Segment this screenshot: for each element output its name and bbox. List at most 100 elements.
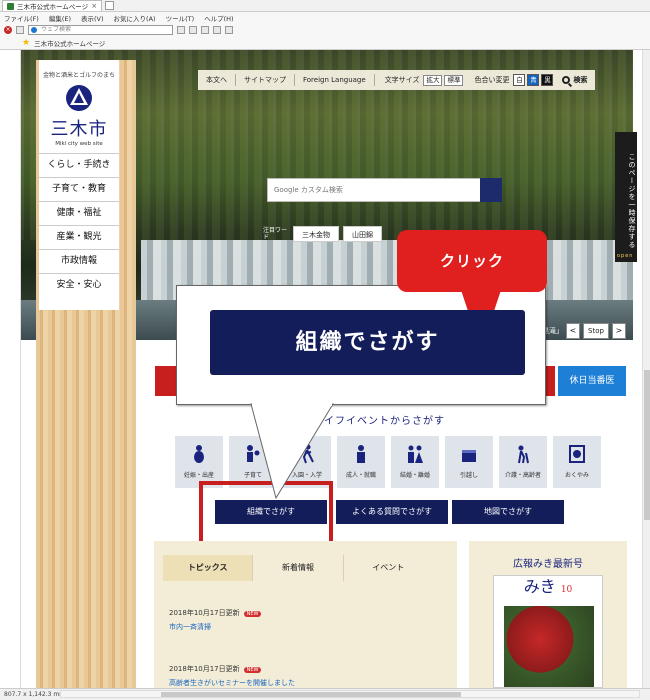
kouhou-issue: 10 [560,585,573,595]
search-icon [562,76,571,84]
sitemap-link[interactable]: サイトマップ [236,74,295,86]
city-name[interactable]: 三木市 [39,115,119,141]
search-by-faq-button[interactable]: よくある質問でさがす [336,500,448,524]
font-standard-button[interactable]: 標準 [444,74,464,86]
font-size-label: 文字サイズ [384,76,420,84]
color-white-button[interactable]: 白 [513,74,526,86]
horizontal-scroll-thumb[interactable] [161,692,461,697]
favorites-star-icon[interactable]: ★ [22,38,30,48]
search-go-icon[interactable] [177,26,185,34]
tab-new-info[interactable]: 新着情報 [253,555,344,581]
menu-view[interactable]: 表示(V) [81,13,104,23]
news-item: 2018年10月17日更新 NEW 市内一斉清掃 [169,608,262,632]
color-change-label: 色合い変更 [474,76,510,84]
tab-events[interactable]: イベント [344,555,433,581]
quick-words-label: 注目ワード [263,227,288,241]
temporary-save-bar[interactable]: このページを一時保存する open [615,132,637,262]
close-tab-icon[interactable]: × [91,2,97,10]
sidebar-item-industry[interactable]: 産業・観光 [39,225,119,249]
couple-icon [405,444,425,464]
logo-menu-panel: 金物と酒米とゴルフのまち 三木市 Miki city web site くらし・… [39,60,119,310]
news-date: 2018年10月17日更新 [169,609,240,617]
page-viewport: 本文へ サイトマップ Foreign Language 文字サイズ 拡大 標準 … [20,50,642,688]
slide-prev-button[interactable]: < [566,323,580,339]
slide-next-button[interactable]: > [612,323,626,339]
sidebar-item-city-info[interactable]: 市政情報 [39,249,119,273]
news-tabs: トピックス 新着情報 イベント [163,555,433,581]
menu-edit[interactable]: 編集(E) [49,13,71,23]
browser-tab[interactable]: 三木市公式ホームページ × [2,0,103,11]
skip-to-content-link[interactable]: 本文へ [198,74,236,86]
web-search-input[interactable]: ウェブ検索 [28,25,173,35]
color-black-button[interactable]: 黒 [541,74,554,86]
businessperson-icon [351,444,371,464]
color-blue-button[interactable]: 青 [527,74,540,86]
kouhou-cover-image[interactable]: みき 10 [493,575,603,688]
moving-box-icon [459,444,479,464]
logo-subtitle: Miki city web site [55,141,103,147]
browser-window: 三木市公式ホームページ × ファイル(F) 編集(E) 表示(V) お気に入り(… [0,0,650,700]
tab-topics[interactable]: トピックス [163,555,254,581]
news-item: 2018年10月17日更新 NEW 高齢者生きがいセミナーを開催しました [169,664,295,688]
elderly-cane-icon [513,444,533,464]
vertical-scroll-thumb[interactable] [644,370,650,520]
menu-tools[interactable]: ツール(T) [166,13,195,23]
highlight-frame [199,481,333,547]
font-large-button[interactable]: 拡大 [423,74,443,86]
tab-bar: 三木市公式ホームページ × [0,0,650,12]
site-search-label: 検索 [573,76,588,84]
google-search-box [267,178,502,202]
life-event-elderly-care[interactable]: 介護・高齢者 [499,436,547,488]
sidebar-item-safety[interactable]: 安全・安心 [39,273,119,297]
new-badge: NEW [243,611,262,617]
life-event-moving[interactable]: 引越し [445,436,493,488]
menu-help[interactable]: ヘルプ(H) [204,13,233,23]
print-icon[interactable] [201,26,209,34]
site-favicon-icon [7,2,14,10]
menu-file[interactable]: ファイル(F) [4,13,39,23]
google-search-button[interactable] [480,178,502,202]
walking-child-icon [297,444,317,464]
quick-word-yamadanishiki[interactable]: 山田錦 [343,226,382,242]
menu-favorites[interactable]: お気に入り(A) [114,13,156,23]
new-tab-button[interactable] [105,1,115,10]
site-search-button[interactable]: 検索 [554,75,595,85]
life-event-condolence[interactable]: おくやみ [553,436,601,488]
kouhou-cover-name: みき [523,577,556,596]
favorites-bar: ★ 三木市公式ホームページ [0,37,650,50]
life-event-adult-job[interactable]: 成人・就職 [337,436,385,488]
sidebar-item-childcare[interactable]: 子育て・教育 [39,177,119,201]
news-link[interactable]: 高齢者生きがいセミナーを開催しました [169,678,295,688]
news-date: 2018年10月17日更新 [169,665,240,673]
temporary-save-text: このページを一時保存する [628,153,636,249]
home-icon[interactable] [16,26,24,34]
sidebar-item-health[interactable]: 健康・福祉 [39,201,119,225]
click-instruction-bubble: クリック [397,230,547,292]
life-events-title: ライフイベントからさがす [313,416,445,427]
childcare-icon [243,444,263,464]
tools-icon[interactable] [213,26,221,34]
google-search-input[interactable] [268,179,501,201]
sidebar-item-living[interactable]: くらし・手続き [39,153,119,177]
foreign-language-link[interactable]: Foreign Language [295,74,375,86]
miki-city-emblem-icon [64,83,94,113]
news-link[interactable]: 市内一斉清掃 [169,622,261,632]
vertical-scrollbar[interactable] [642,50,650,688]
festival-photo [504,606,594,687]
slideshow-stop-button[interactable]: Stop [583,323,609,339]
search-by-map-button[interactable]: 地図でさがす [452,500,564,524]
page-icon[interactable] [189,26,197,34]
menu-bar: ファイル(F) 編集(E) 表示(V) お気に入り(A) ツール(T) ヘルプ(… [0,12,650,23]
pregnancy-icon [189,444,209,464]
zoomed-organization-button: 組織でさがす [210,310,525,375]
stop-icon[interactable]: × [4,26,12,34]
quick-word-kanamono[interactable]: 三木金物 [293,226,339,242]
header-nav: 本文へ サイトマップ Foreign Language 文字サイズ 拡大 標準 … [198,70,596,90]
quick-words: 注目ワード 三木金物 山田錦 [263,226,382,242]
horizontal-scrollbar[interactable] [60,690,640,698]
favorite-link[interactable]: 三木市公式ホームページ [34,38,105,48]
life-event-marriage[interactable]: 結婚・離婚 [391,436,439,488]
holiday-doctor-button[interactable]: 休日当番医 [558,366,626,396]
address-bar: × ウェブ検索 [0,23,650,37]
mail-icon[interactable] [225,26,233,34]
